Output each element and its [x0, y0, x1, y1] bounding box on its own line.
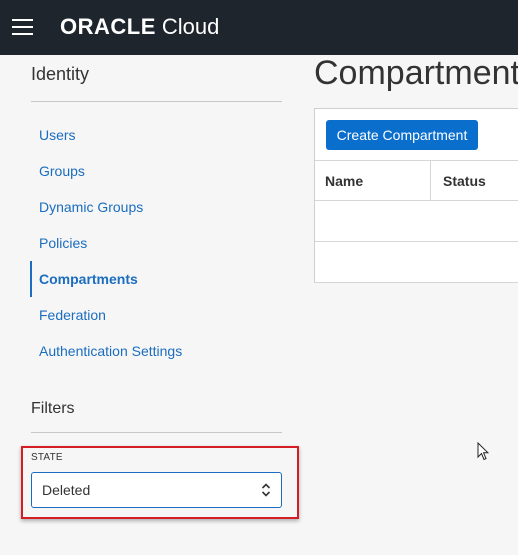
sidebar-title: Identity: [31, 64, 90, 84]
hamburger-menu-icon[interactable]: [12, 19, 33, 36]
table-row: [315, 201, 518, 242]
state-select[interactable]: Deleted: [31, 472, 282, 508]
sidebar-item-compartments[interactable]: Compartments: [30, 261, 282, 297]
table-header: Name Status: [315, 160, 518, 201]
filters-title: Filters: [31, 400, 75, 417]
sidebar-item-authentication-settings[interactable]: Authentication Settings: [30, 333, 282, 369]
divider: [31, 432, 282, 433]
brand-oracle: ORACLE: [60, 14, 156, 39]
state-select-value: Deleted: [42, 482, 91, 498]
sidebar-item-federation[interactable]: Federation: [30, 297, 282, 333]
column-header-name[interactable]: Name: [315, 161, 431, 200]
sidebar-item-users[interactable]: Users: [30, 117, 282, 153]
sidebar-item-policies[interactable]: Policies: [30, 225, 282, 261]
oracle-cloud-logo[interactable]: ORACLE Cloud: [60, 14, 219, 40]
divider: [31, 101, 282, 102]
mouse-cursor-icon: [477, 442, 489, 461]
column-header-status[interactable]: Status: [431, 161, 518, 200]
table-row: [315, 242, 518, 283]
compartments-panel: Create Compartment Name Status: [314, 108, 518, 283]
create-compartment-button[interactable]: Create Compartment: [326, 120, 478, 150]
sidebar-item-dynamic-groups[interactable]: Dynamic Groups: [30, 189, 282, 225]
page-title: Compartments: [314, 54, 518, 92]
brand-cloud: Cloud: [161, 14, 220, 39]
sidebar-item-groups[interactable]: Groups: [30, 153, 282, 189]
chevron-up-down-icon: [261, 480, 271, 500]
state-label: STATE: [31, 452, 63, 463]
top-header: ORACLE Cloud: [0, 0, 518, 55]
sidebar: Identity Users Groups Dynamic Groups Pol…: [0, 55, 300, 555]
